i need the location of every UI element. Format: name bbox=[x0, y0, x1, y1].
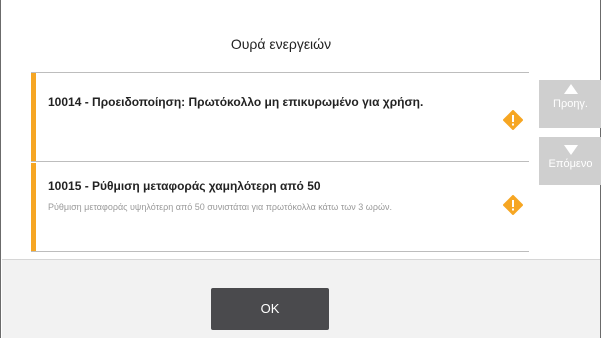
previous-button-label: Προηγ. bbox=[553, 98, 588, 110]
item-accent-bar bbox=[31, 163, 36, 251]
action-item-10015[interactable]: 10015 - Ρύθμιση μεταφοράς χαμηλότερη από… bbox=[31, 163, 529, 252]
action-queue-dialog: Ουρά ενεργειών 10014 - Προειδοποίηση: Πρ… bbox=[0, 0, 601, 338]
dialog-title: Ουρά ενεργειών bbox=[230, 36, 332, 52]
dialog-footer: OK bbox=[2, 259, 600, 338]
item-accent-bar bbox=[31, 73, 36, 161]
warning-icon bbox=[503, 195, 523, 215]
action-item-10014[interactable]: 10014 - Προειδοποίηση: Πρωτόκολλο μη επι… bbox=[31, 73, 529, 162]
ok-button[interactable]: OK bbox=[211, 288, 329, 330]
arrow-down-icon bbox=[563, 145, 578, 155]
item-title: 10014 - Προειδοποίηση: Πρωτόκολλο μη επι… bbox=[48, 95, 424, 109]
arrow-up-icon bbox=[563, 84, 578, 94]
item-description: Ρύθμιση μεταφοράς υψηλότερη από 50 συνισ… bbox=[48, 202, 392, 212]
item-title: 10015 - Ρύθμιση μεταφοράς χαμηλότερη από… bbox=[48, 179, 321, 193]
next-button-label: Επόμενο bbox=[548, 158, 593, 170]
next-button[interactable]: Επόμενο bbox=[539, 137, 601, 185]
previous-button[interactable]: Προηγ. bbox=[539, 80, 601, 128]
warning-icon bbox=[503, 110, 523, 130]
